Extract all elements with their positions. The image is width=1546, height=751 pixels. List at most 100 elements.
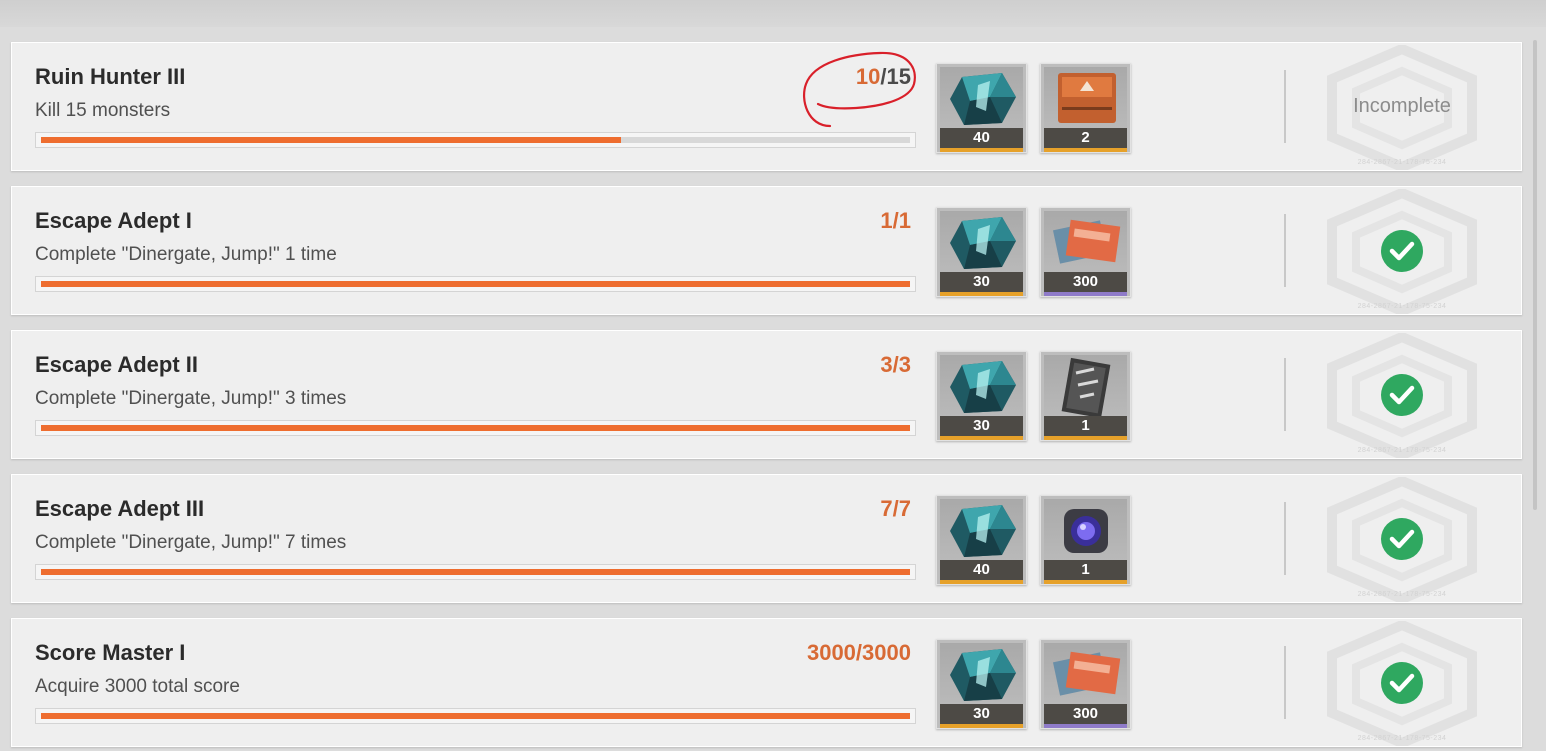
reward-item[interactable]: 30 (936, 639, 1027, 729)
progress-fill (41, 425, 910, 431)
progress-count: 10/15 (856, 64, 911, 90)
quest-row: Escape Adept II Complete "Dinergate, Jump… (11, 330, 1522, 461)
reward-item[interactable]: 300 (1040, 639, 1131, 729)
quest-row: Score Master I Acquire 3000 total score 30… (11, 618, 1522, 749)
progress-done: 10 (855, 64, 881, 89)
progress-fill (41, 713, 910, 719)
divider (1284, 358, 1286, 431)
progress-fill (41, 569, 910, 575)
rarity-bar (1044, 436, 1127, 440)
reward-quantity: 30 (940, 416, 1023, 436)
reward-item[interactable]: 30 (936, 207, 1027, 297)
divider (1284, 502, 1286, 575)
reward-item[interactable]: 40 (936, 63, 1027, 153)
progress-total: 3 (898, 352, 911, 377)
tickets-icon (1044, 643, 1127, 704)
progress-done: 3000 (806, 640, 856, 665)
crystal-icon (940, 643, 1023, 704)
reward-item[interactable]: 2 (1040, 63, 1131, 153)
rarity-bar (940, 580, 1023, 584)
progress-count: 3/3 (880, 352, 911, 378)
reward-quantity: 30 (940, 272, 1023, 292)
scrollbar[interactable] (1533, 40, 1537, 510)
reward-item[interactable]: 300 (1040, 207, 1131, 297)
crystal-icon (940, 355, 1023, 416)
rarity-bar (1044, 148, 1127, 152)
check-icon (1381, 662, 1423, 704)
status-code: 284-2867-21-178-75-234 (1357, 735, 1447, 742)
rarity-bar (940, 148, 1023, 152)
progress-bar (35, 708, 916, 724)
status-code: 284-2867-21-178-75-234 (1357, 303, 1447, 310)
divider (1284, 214, 1286, 287)
reward-quantity: 1 (1044, 416, 1127, 436)
reward-quantity: 300 (1044, 704, 1127, 724)
reward-quantity: 300 (1044, 272, 1127, 292)
reward-item[interactable]: 1 (1040, 495, 1131, 585)
reward-quantity: 2 (1044, 128, 1127, 148)
status-area: 284-2867-21-178-75-234 (1312, 331, 1492, 461)
check-icon (1381, 230, 1423, 272)
quest-title: Escape Adept III (35, 496, 205, 521)
progress-done: 3 (880, 352, 893, 377)
progress-bar (35, 276, 916, 292)
tickets-icon (1044, 211, 1127, 272)
progress-bar (35, 564, 916, 580)
document-icon (1044, 355, 1127, 419)
quest-title: Escape Adept II (35, 352, 199, 377)
progress-fill (41, 281, 910, 287)
reward-item[interactable]: 1 (1040, 351, 1131, 441)
quest-title: Escape Adept I (35, 208, 192, 233)
reward-quantity: 40 (940, 560, 1023, 580)
progress-count: 7/7 (880, 496, 911, 522)
reward-item[interactable]: 40 (936, 495, 1027, 585)
top-header-strip (0, 0, 1546, 27)
quest-description: Complete "Dinergate, Jump!" 3 times (35, 388, 347, 409)
status-area: 284-2867-21-178-75-234 (1312, 619, 1492, 749)
progress-total: 15 (886, 64, 911, 89)
core-device-icon (1044, 499, 1127, 560)
status-area: Incomplete 284-2867-21-178-75-234 (1312, 43, 1492, 173)
progress-bar (35, 420, 916, 436)
rarity-bar (1044, 580, 1127, 584)
divider (1284, 646, 1286, 719)
rarity-bar (940, 292, 1023, 296)
progress-total: 1 (898, 208, 911, 233)
divider (1284, 70, 1286, 143)
status-code: 284-2867-21-178-75-234 (1357, 591, 1447, 598)
progress-count: 3000/3000 (807, 640, 911, 666)
status-area: 284-2867-21-178-75-234 (1312, 187, 1492, 317)
progress-bar (35, 132, 916, 148)
status-code: 284-2867-21-178-75-234 (1357, 159, 1447, 166)
rarity-bar (940, 436, 1023, 440)
progress-fill (41, 137, 621, 143)
quest-description: Complete "Dinergate, Jump!" 1 time (35, 244, 337, 265)
crystal-icon (940, 67, 1023, 128)
quest-title: Ruin Hunter III (35, 64, 186, 89)
progress-done: 7 (880, 496, 893, 521)
quest-description: Acquire 3000 total score (35, 676, 240, 697)
rarity-bar (1044, 292, 1127, 296)
quest-description: Complete "Dinergate, Jump!" 7 times (35, 532, 347, 553)
progress-total: 3000 (862, 640, 911, 665)
progress-count: 1/1 (880, 208, 911, 234)
quest-row: Escape Adept III Complete "Dinergate, Jum… (11, 474, 1522, 605)
reward-quantity: 1 (1044, 560, 1127, 580)
status-incomplete-label: Incomplete (1353, 95, 1451, 117)
status-area: 284-2867-21-178-75-234 (1312, 475, 1492, 605)
check-icon (1381, 518, 1423, 560)
progress-total: 7 (898, 496, 911, 521)
quest-row: Escape Adept I Complete "Dinergate, Jump!… (11, 186, 1522, 317)
reward-item[interactable]: 30 (936, 351, 1027, 441)
crystal-icon (940, 499, 1023, 560)
data-card-icon (1044, 67, 1127, 128)
check-icon (1381, 374, 1423, 416)
quest-title: Score Master I (35, 640, 186, 665)
quest-description: Kill 15 monsters (35, 100, 171, 121)
rarity-bar (1044, 724, 1127, 728)
reward-quantity: 40 (940, 128, 1023, 148)
reward-quantity: 30 (940, 704, 1023, 724)
crystal-icon (940, 211, 1023, 272)
progress-done: 1 (880, 208, 893, 233)
status-code: 284-2867-21-178-75-234 (1357, 447, 1447, 454)
